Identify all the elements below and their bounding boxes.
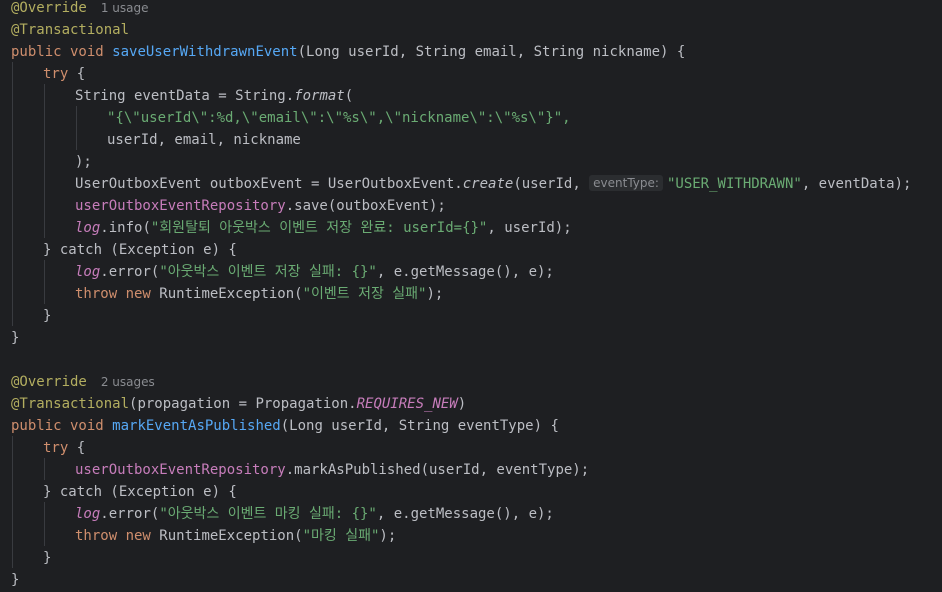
try-keyword: try	[43, 66, 69, 82]
indent-guide	[44, 84, 45, 238]
code-line-15[interactable]: }	[43, 305, 51, 327]
code-line-11[interactable]: log.info("회원탈퇴 아웃박스 이벤트 저장 완료: userId={}…	[75, 217, 572, 239]
code-line-23[interactable]: } catch (Exception e) {	[43, 481, 237, 503]
exception-type: RuntimeException(	[159, 286, 303, 302]
create-method: create	[462, 176, 514, 192]
throw-message: "마킹 실패"	[302, 528, 380, 544]
open-paren: (	[344, 88, 354, 104]
code-line-9[interactable]: UserOutboxEvent outboxEvent = UserOutbox…	[75, 173, 911, 195]
open-brace: {	[68, 66, 86, 82]
create-args: (userId,	[513, 176, 590, 192]
code-line-3[interactable]: public void saveUserWithdrawnEvent(Long …	[11, 41, 685, 63]
tx-args: (propagation = Propagation.	[129, 396, 357, 412]
code-line-20[interactable]: public void markEventAsPublished(Long us…	[11, 415, 559, 437]
error-message: "아웃박스 이벤트 저장 실패: {}"	[159, 264, 377, 280]
signature-modifiers: public void	[11, 44, 113, 60]
close-brace: }	[43, 550, 52, 566]
method-params: (Long userId, String email, String nickn…	[297, 44, 686, 60]
code-line-25[interactable]: throw new RuntimeException("마킹 실패");	[75, 525, 396, 547]
eventdata-decl: String eventData = String.	[75, 88, 295, 104]
close-brace: }	[11, 330, 20, 346]
usage-hint[interactable]: 2 usages	[101, 375, 155, 389]
error-call: .error(	[100, 506, 160, 522]
tx-args-end: )	[457, 396, 467, 412]
signature-modifiers: public void	[11, 418, 113, 434]
throw-keyword: throw new	[75, 286, 160, 302]
json-template-string: "{\"userId\":%d,\"email\":\"%s\",\"nickn…	[107, 110, 571, 126]
method-name: markEventAsPublished	[112, 418, 281, 434]
info-message: "회원탈퇴 아웃박스 이벤트 저장 완료: userId={}"	[150, 220, 488, 236]
indent-guide	[44, 260, 45, 304]
info-call: .info(	[100, 220, 151, 236]
code-editor[interactable]: @Override 1 usage @Transactional public v…	[0, 0, 942, 592]
indent-guide	[12, 436, 13, 568]
method-params: (Long userId, String eventType) {	[280, 418, 559, 434]
code-line-12[interactable]: } catch (Exception e) {	[43, 239, 237, 261]
indent-guide	[44, 502, 45, 546]
catch-clause: } catch (Exception e) {	[43, 484, 237, 500]
code-line-5[interactable]: String eventData = String.format(	[75, 85, 353, 107]
code-line-13[interactable]: log.error("아웃박스 이벤트 저장 실패: {}", e.getMes…	[75, 261, 554, 283]
repository-field: userOutboxEventRepository	[75, 462, 286, 478]
method-name: saveUserWithdrawnEvent	[112, 44, 298, 60]
code-line-21[interactable]: try {	[43, 437, 85, 459]
error-call: .error(	[100, 264, 160, 280]
close-brace: }	[43, 308, 52, 324]
throw-end: );	[379, 528, 397, 544]
override-annotation: @Override	[11, 0, 87, 16]
log-field: log	[75, 264, 101, 280]
code-line-1[interactable]: @Override 1 usage	[11, 0, 149, 19]
info-args: , userId);	[487, 220, 572, 236]
catch-clause: } catch (Exception e) {	[43, 242, 237, 258]
outbox-decl: UserOutboxEvent outboxEvent = UserOutbox…	[75, 176, 463, 192]
usage-hint[interactable]: 1 usage	[101, 1, 149, 15]
save-call: .save(outboxEvent);	[285, 198, 446, 214]
code-line-8[interactable]: );	[75, 151, 92, 173]
code-line-2[interactable]: @Transactional	[11, 19, 129, 41]
transactional-annotation: @Transactional	[11, 396, 130, 412]
code-line-10[interactable]: userOutboxEventRepository.save(outboxEve…	[75, 195, 446, 217]
transactional-annotation: @Transactional	[11, 22, 130, 38]
throw-message: "이벤트 저장 실패"	[302, 286, 427, 302]
indent-guide	[76, 106, 77, 150]
log-field: log	[75, 506, 101, 522]
indent-guide	[44, 458, 45, 480]
throw-end: );	[426, 286, 444, 302]
repository-field: userOutboxEventRepository	[75, 198, 286, 214]
code-line-16[interactable]: }	[11, 327, 19, 349]
error-args: , e.getMessage(), e);	[376, 506, 554, 522]
param-name-hint: eventType:	[589, 175, 663, 191]
error-args: , e.getMessage(), e);	[376, 264, 554, 280]
code-line-24[interactable]: log.error("아웃박스 이벤트 마킹 실패: {}", e.getMes…	[75, 503, 554, 525]
log-field: log	[75, 220, 101, 236]
exception-type: RuntimeException(	[159, 528, 303, 544]
open-brace: {	[68, 440, 86, 456]
code-line-27[interactable]: }	[11, 569, 19, 591]
throw-keyword: throw new	[75, 528, 160, 544]
code-line-22[interactable]: userOutboxEventRepository.markAsPublishe…	[75, 459, 589, 481]
code-line-7[interactable]: userId, email, nickname	[107, 129, 301, 151]
mark-call: .markAsPublished(userId, eventType);	[285, 462, 590, 478]
requires-new-constant: REQUIRES_NEW	[356, 396, 458, 412]
code-line-14[interactable]: throw new RuntimeException("이벤트 저장 실패");	[75, 283, 443, 305]
close-brace: }	[11, 572, 20, 588]
code-line-4[interactable]: try {	[43, 63, 85, 85]
override-annotation: @Override	[11, 374, 87, 390]
code-line-18[interactable]: @Override 2 usages	[11, 371, 155, 393]
indent-guide	[12, 62, 13, 326]
code-line-6[interactable]: "{\"userId\":%d,\"email\":\"%s\",\"nickn…	[107, 107, 571, 129]
create-args-end: , eventData);	[801, 176, 912, 192]
code-line-19[interactable]: @Transactional(propagation = Propagation…	[11, 393, 466, 415]
event-type-literal: "USER_WITHDRAWN"	[666, 176, 802, 192]
close-paren: );	[75, 154, 92, 170]
code-line-26[interactable]: }	[43, 547, 51, 569]
format-args: userId, email, nickname	[107, 132, 301, 148]
try-keyword: try	[43, 440, 69, 456]
format-method: format	[294, 88, 345, 104]
error-message: "아웃박스 이벤트 마킹 실패: {}"	[159, 506, 377, 522]
